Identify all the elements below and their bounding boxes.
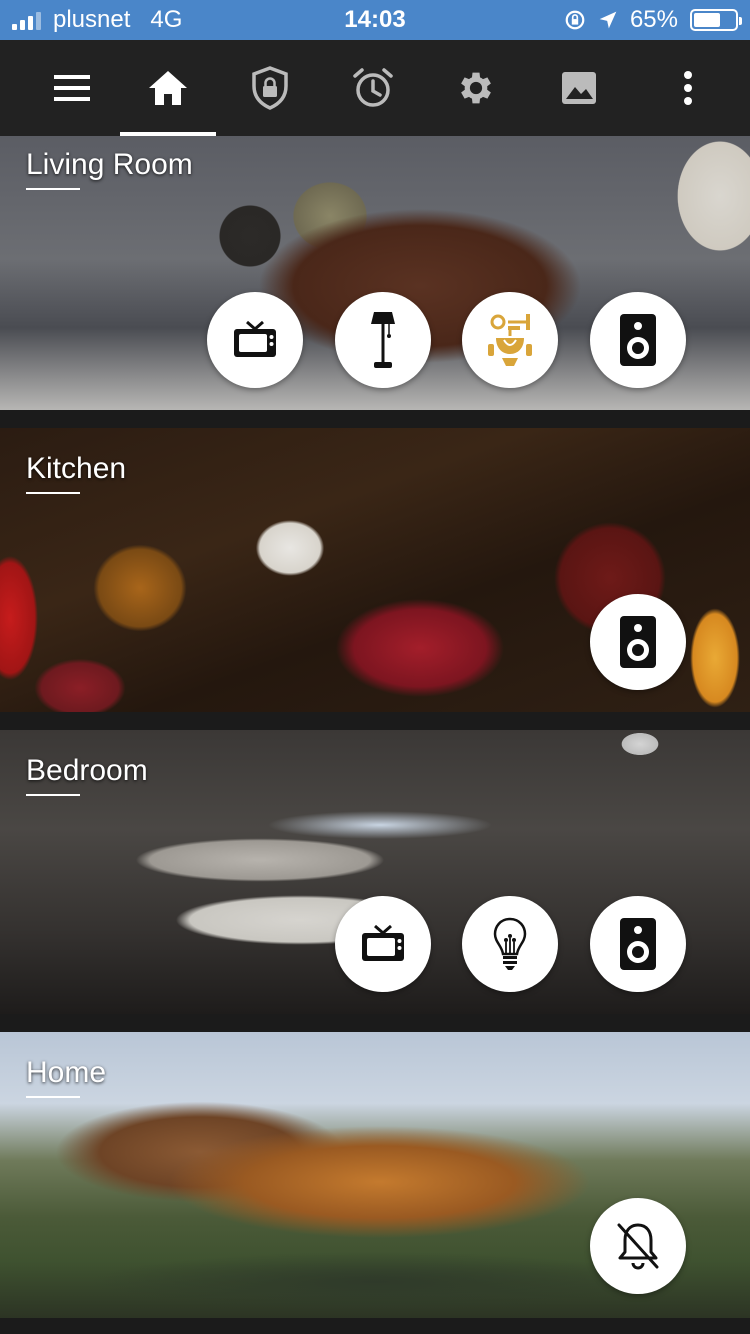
tab-gallery[interactable] <box>531 40 627 136</box>
tab-settings[interactable] <box>428 40 524 136</box>
location-arrow-icon <box>599 11 617 29</box>
speaker-button[interactable] <box>590 896 686 992</box>
battery-percentage: 65% <box>629 6 678 33</box>
image-icon <box>562 72 596 104</box>
room-title: Home <box>26 1056 107 1098</box>
speaker-button[interactable] <box>590 292 686 388</box>
battery-icon <box>690 9 742 31</box>
tv-button[interactable] <box>207 292 303 388</box>
more-options-button[interactable] <box>640 40 736 136</box>
speaker-icon <box>620 918 656 970</box>
speaker-icon <box>620 314 656 366</box>
room-title: Kitchen <box>26 452 127 494</box>
notifications-off-button[interactable] <box>590 1198 686 1294</box>
tab-security[interactable] <box>222 40 318 136</box>
tv-icon <box>362 924 404 961</box>
tv-icon <box>234 320 276 357</box>
room-card-living-room[interactable]: Living Room <box>0 136 750 410</box>
menu-button[interactable] <box>24 40 120 136</box>
shield-lock-icon <box>252 66 288 110</box>
room-title: Living Room <box>26 148 193 190</box>
menu-icon <box>54 75 90 101</box>
more-vertical-icon <box>684 71 692 105</box>
status-bar: plusnet 4G 14:03 65% <box>0 0 750 40</box>
top-toolbar <box>0 40 750 136</box>
speaker-icon <box>620 616 656 668</box>
chandelier-button[interactable] <box>462 292 558 388</box>
speaker-button[interactable] <box>590 594 686 690</box>
floor-lamp-icon <box>371 312 395 368</box>
chandelier-icon <box>488 314 532 366</box>
gear-icon <box>461 72 491 104</box>
tv-button[interactable] <box>335 896 431 992</box>
room-card-kitchen[interactable]: Kitchen <box>0 428 750 712</box>
lightbulb-button[interactable] <box>462 896 558 992</box>
rotation-lock-icon <box>565 10 585 30</box>
alarm-clock-icon <box>353 68 393 107</box>
home-icon <box>149 71 187 105</box>
tab-home[interactable] <box>120 40 216 136</box>
room-card-home[interactable]: Home <box>0 1032 750 1318</box>
lightbulb-icon <box>493 917 527 970</box>
room-title: Bedroom <box>26 754 148 796</box>
room-card-bedroom[interactable]: Bedroom <box>0 730 750 1014</box>
bell-off-icon <box>617 1223 659 1270</box>
floor-lamp-button[interactable] <box>335 292 431 388</box>
tab-alarms[interactable] <box>325 40 421 136</box>
